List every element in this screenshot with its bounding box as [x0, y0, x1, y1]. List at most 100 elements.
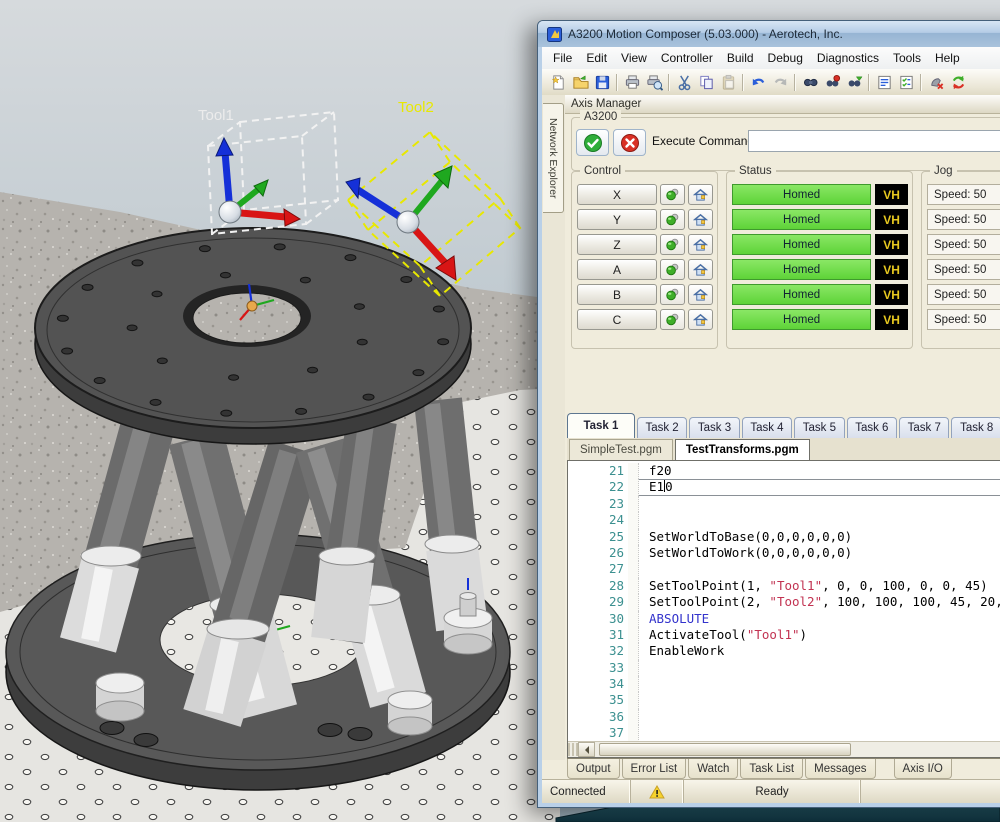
- status-bar: Connected Ready: [542, 779, 1000, 803]
- axis-button-a[interactable]: A: [577, 259, 657, 280]
- bottom-tab-error-list[interactable]: Error List: [622, 759, 687, 779]
- menu-item-build[interactable]: Build: [720, 48, 761, 68]
- output-window-icon[interactable]: [873, 72, 895, 92]
- code-line[interactable]: 22E10: [568, 479, 1000, 495]
- home-axis-button-c[interactable]: [688, 309, 713, 330]
- bottom-tab-output[interactable]: Output: [567, 759, 620, 779]
- menu-item-edit[interactable]: Edit: [579, 48, 614, 68]
- undo-icon[interactable]: [747, 72, 769, 92]
- bottom-tab-watch[interactable]: Watch: [688, 759, 738, 779]
- ready-status: Ready: [684, 780, 861, 803]
- menu-item-debug[interactable]: Debug: [761, 48, 810, 68]
- find-symbol-icon[interactable]: [843, 72, 865, 92]
- code-line[interactable]: 27: [568, 561, 1000, 577]
- enable-axis-button-z[interactable]: [660, 234, 685, 255]
- menu-item-diagnostics[interactable]: Diagnostics: [810, 48, 886, 68]
- home-axis-button-x[interactable]: [688, 184, 713, 205]
- menu-item-view[interactable]: View: [614, 48, 654, 68]
- new-file-icon[interactable]: [547, 72, 569, 92]
- code-line[interactable]: 36: [568, 709, 1000, 725]
- enable-axis-button-b[interactable]: [660, 284, 685, 305]
- copy-icon[interactable]: [695, 72, 717, 92]
- bottom-tab-axis-i-o[interactable]: Axis I/O: [894, 759, 952, 779]
- find-icon[interactable]: [799, 72, 821, 92]
- code-line[interactable]: 23: [568, 496, 1000, 512]
- code-line[interactable]: 33: [568, 660, 1000, 676]
- code-text: SetWorldToBase(0,0,0,0,0,0): [649, 529, 852, 545]
- title-bar[interactable]: A3200 Motion Composer (5.03.000) - Aerot…: [538, 21, 1000, 47]
- execute-command-button[interactable]: [576, 129, 609, 156]
- axis-button-c[interactable]: C: [577, 309, 657, 330]
- jog-speed-x[interactable]: Speed: 50: [927, 184, 1000, 205]
- code-line[interactable]: 32EnableWork: [568, 643, 1000, 659]
- jog-speed-y[interactable]: Speed: 50: [927, 209, 1000, 230]
- code-line[interactable]: 35: [568, 692, 1000, 708]
- enable-axis-button-a[interactable]: [660, 259, 685, 280]
- menu-item-help[interactable]: Help: [928, 48, 967, 68]
- line-number: 22: [568, 479, 624, 495]
- jog-speed-c[interactable]: Speed: 50: [927, 309, 1000, 330]
- task-tab-task-4[interactable]: Task 4: [742, 417, 792, 438]
- menu-item-controller[interactable]: Controller: [654, 48, 720, 68]
- task-tab-task-5[interactable]: Task 5: [794, 417, 844, 438]
- file-tab-simpletest-pgm[interactable]: SimpleTest.pgm: [569, 439, 673, 460]
- code-line[interactable]: 30ABSOLUTE: [568, 611, 1000, 627]
- home-axis-button-y[interactable]: [688, 209, 713, 230]
- save-icon[interactable]: [591, 72, 613, 92]
- editor-horizontal-scrollbar[interactable]: [568, 741, 1000, 757]
- jog-speed-z[interactable]: Speed: 50: [927, 234, 1000, 255]
- find-replace-icon[interactable]: [821, 72, 843, 92]
- print-icon[interactable]: [621, 72, 643, 92]
- jog-speed-b[interactable]: Speed: 50: [927, 284, 1000, 305]
- axis-button-z[interactable]: Z: [577, 234, 657, 255]
- enable-axis-button-c[interactable]: [660, 309, 685, 330]
- scroll-left-button[interactable]: [578, 742, 595, 757]
- code-line[interactable]: 29SetToolPoint(2, "Tool2", 100, 100, 100…: [568, 594, 1000, 610]
- disconnect-icon[interactable]: [925, 72, 947, 92]
- print-preview-icon[interactable]: [643, 72, 665, 92]
- reset-controller-icon[interactable]: [947, 72, 969, 92]
- code-line[interactable]: 31ActivateTool("Tool1"): [568, 627, 1000, 643]
- axis-button-b[interactable]: B: [577, 284, 657, 305]
- enable-axis-button-x[interactable]: [660, 184, 685, 205]
- abort-command-button[interactable]: [613, 129, 646, 156]
- task-tab-task-8[interactable]: Task 8: [951, 417, 1000, 438]
- task-tab-task-2[interactable]: Task 2: [637, 417, 687, 438]
- task-list-icon[interactable]: [895, 72, 917, 92]
- code-line[interactable]: 25SetWorldToBase(0,0,0,0,0,0): [568, 529, 1000, 545]
- code-line[interactable]: 28SetToolPoint(1, "Tool1", 0, 0, 100, 0,…: [568, 578, 1000, 594]
- home-axis-button-z[interactable]: [688, 234, 713, 255]
- home-axis-button-b[interactable]: [688, 284, 713, 305]
- menu-item-tools[interactable]: Tools: [886, 48, 928, 68]
- menu-item-file[interactable]: File: [546, 48, 579, 68]
- network-explorer-tab[interactable]: Network Explorer: [543, 103, 564, 213]
- redo-icon[interactable]: [769, 72, 791, 92]
- task-tab-task-6[interactable]: Task 6: [847, 417, 897, 438]
- task-tab-task-1[interactable]: Task 1: [567, 413, 635, 438]
- code-editor[interactable]: 21f2022E10232425SetWorldToBase(0,0,0,0,0…: [567, 460, 1000, 758]
- open-file-icon[interactable]: [569, 72, 591, 92]
- axis-manager-panel: Axis Manager A3200 Execute Command: Cont…: [565, 95, 1000, 780]
- file-tab-testtransforms-pgm[interactable]: TestTransforms.pgm: [675, 439, 810, 460]
- jog-speed-a[interactable]: Speed: 50: [927, 259, 1000, 280]
- splitter-grip[interactable]: [568, 743, 578, 756]
- task-tab-task-7[interactable]: Task 7: [899, 417, 949, 438]
- code-line[interactable]: 21f20: [568, 463, 1000, 479]
- code-line[interactable]: 24: [568, 512, 1000, 528]
- bottom-tab-task-list[interactable]: Task List: [740, 759, 803, 779]
- task-tab-task-3[interactable]: Task 3: [689, 417, 739, 438]
- scrollbar-thumb[interactable]: [599, 743, 851, 756]
- vh-badge-c: VH: [875, 309, 908, 330]
- axis-button-x[interactable]: X: [577, 184, 657, 205]
- bottom-tab-messages[interactable]: Messages: [805, 759, 875, 779]
- home-axis-button-a[interactable]: [688, 259, 713, 280]
- code-line[interactable]: 34: [568, 676, 1000, 692]
- code-line[interactable]: 37: [568, 725, 1000, 741]
- line-number: 29: [568, 594, 624, 610]
- execute-command-input[interactable]: [748, 130, 1000, 152]
- axis-button-y[interactable]: Y: [577, 209, 657, 230]
- paste-icon[interactable]: [717, 72, 739, 92]
- code-line[interactable]: 26SetWorldToWork(0,0,0,0,0,0): [568, 545, 1000, 561]
- enable-axis-button-y[interactable]: [660, 209, 685, 230]
- cut-icon[interactable]: [673, 72, 695, 92]
